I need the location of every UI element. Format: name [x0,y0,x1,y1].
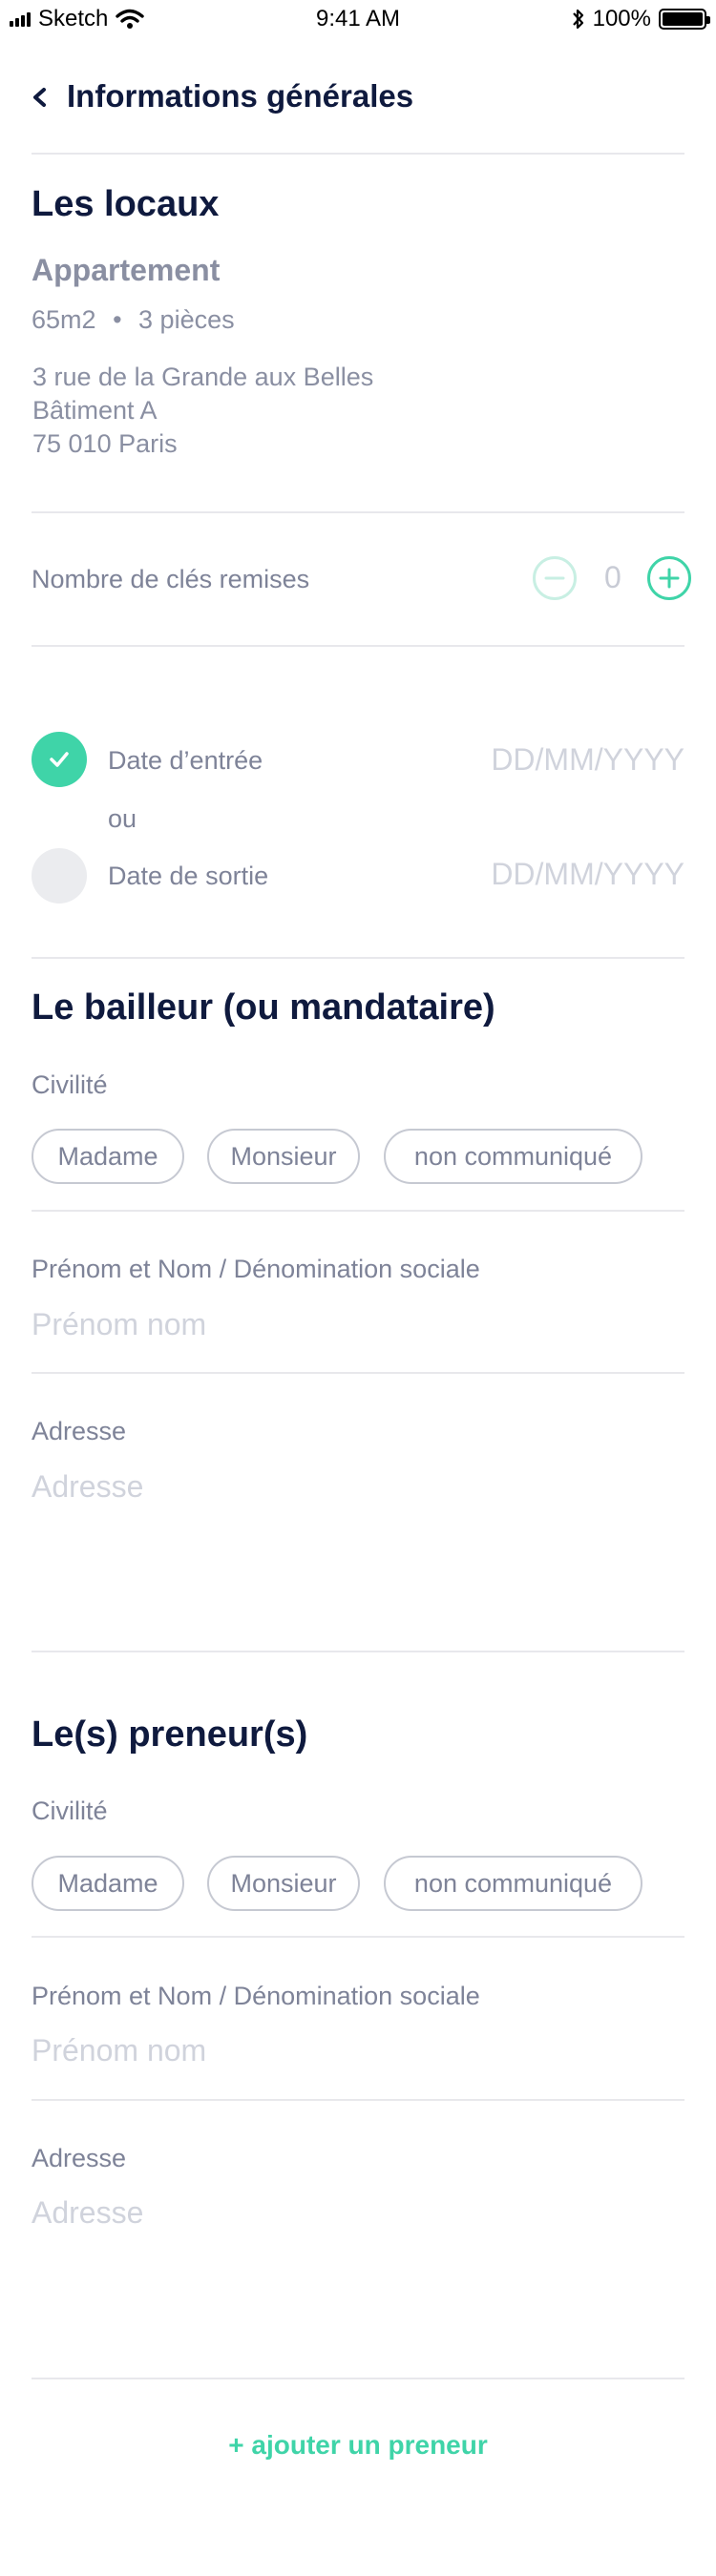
locaux-divider [32,511,684,513]
chip-madame[interactable]: Madame [32,1129,184,1184]
increment-button[interactable] [647,556,691,600]
chip-monsieur[interactable]: Monsieur [207,1129,360,1184]
entry-date-label: Date d’entrée [108,746,263,775]
preneur-name-divider [32,2099,684,2101]
decrement-button[interactable] [533,556,577,600]
back-chevron-icon[interactable] [29,78,50,116]
bailleur-name-input[interactable]: Prénom nom [32,1307,206,1342]
address-label: Adresse [32,1417,127,1445]
chip-madame[interactable]: Madame [32,1856,184,1911]
status-bar: Sketch 9:41 AM 100% [0,0,716,38]
keys-count: 0 [604,560,621,594]
chip-monsieur[interactable]: Monsieur [207,1856,360,1911]
property-rooms: 3 pièces [138,305,235,334]
section-title-locaux: Les locaux [32,184,220,224]
dates-divider [32,957,684,959]
chip-non-communique[interactable]: non communiqué [384,1129,642,1184]
checkmark-icon [50,752,69,767]
preneur-civility-divider [32,1936,684,1938]
plus-icon [659,568,680,589]
bailleur-address-input[interactable]: Adresse [32,1469,143,1505]
header-divider [32,153,684,155]
keys-divider [32,645,684,647]
status-right: 100% [572,6,710,32]
section-title-preneur: Le(s) preneur(s) [32,1714,308,1755]
property-surface: 65m2 [32,305,96,334]
address-label: Adresse [32,2144,127,2172]
name-label: Prénom et Nom / Dénomination sociale [32,1982,480,2010]
preneur-address-input[interactable]: Adresse [32,2195,143,2231]
preneur-name-input[interactable]: Prénom nom [32,2033,206,2068]
section-title-bailleur: Le bailleur (ou mandataire) [32,987,495,1028]
entry-date-radio[interactable] [32,732,87,787]
property-type: Appartement [32,253,221,287]
bailleur-divider [32,1651,684,1652]
page-title: Informations générales [67,78,414,114]
address-line: 3 rue de la Grande aux Belles [32,363,374,391]
entry-date-input[interactable]: DD/MM/YYYY [491,742,684,778]
bailleur-name-divider [32,1372,684,1374]
bluetooth-icon [572,9,583,30]
or-label: ou [108,804,137,833]
property-meta: 65m2 • 3 pièces [32,305,235,335]
exit-date-label: Date de sortie [108,862,269,890]
keys-label: Nombre de clés remises [32,565,310,593]
meta-separator: • [113,305,122,334]
bailleur-civility-divider [32,1210,684,1212]
exit-date-radio[interactable] [32,848,87,904]
exit-date-input[interactable]: DD/MM/YYYY [491,857,684,892]
chip-non-communique[interactable]: non communiqué [384,1856,642,1911]
minus-icon [544,576,565,580]
civility-label: Civilité [32,1070,108,1099]
name-label: Prénom et Nom / Dénomination sociale [32,1255,480,1283]
address-line: Bâtiment A [32,396,158,425]
battery-icon [659,9,710,30]
preneur-divider [32,2378,684,2379]
add-preneur-button[interactable]: + ajouter un preneur [0,2430,716,2461]
battery-percent: 100% [592,6,651,31]
civility-label: Civilité [32,1797,108,1825]
address-line: 75 010 Paris [32,429,178,458]
